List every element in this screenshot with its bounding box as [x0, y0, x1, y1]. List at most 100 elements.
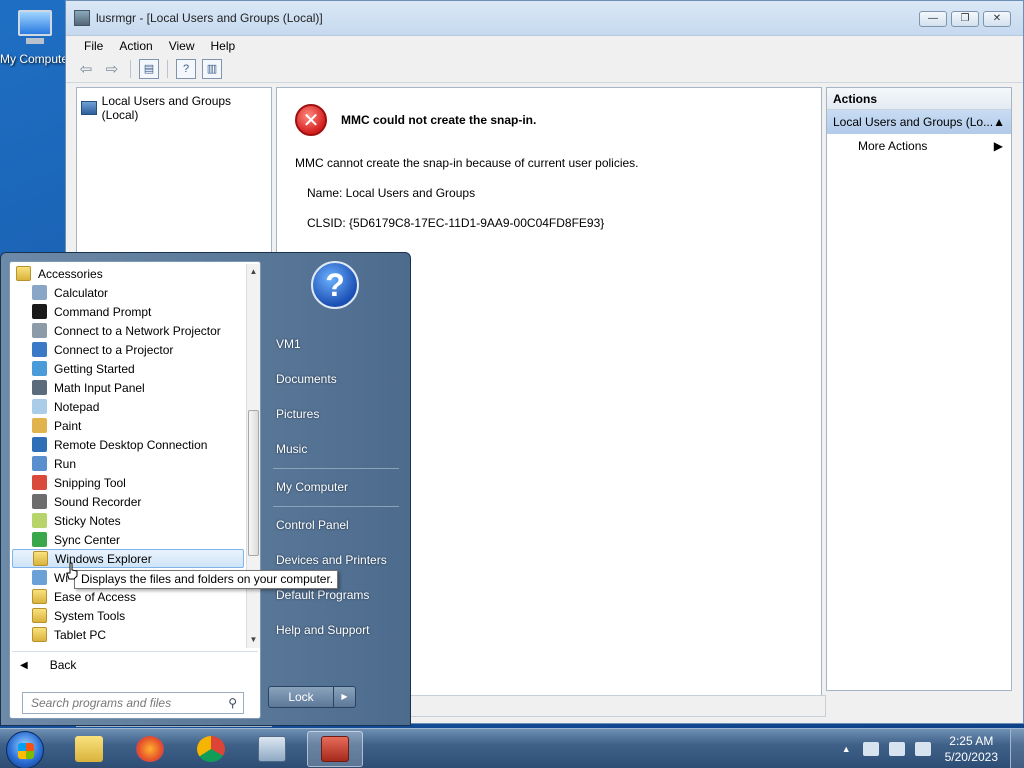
- more-actions-item[interactable]: More Actions ▶: [827, 134, 1011, 158]
- help-icon[interactable]: ?: [176, 58, 196, 79]
- start-item-devices-printers[interactable]: Devices and Printers: [276, 553, 387, 567]
- program-icon: [32, 532, 47, 547]
- program-icon: [32, 456, 47, 471]
- program-icon: [32, 323, 47, 338]
- shutdown-options-arrow-icon[interactable]: ▶: [334, 686, 356, 708]
- search-programs-input[interactable]: Search programs and files ⚲: [22, 692, 244, 714]
- restore-button[interactable]: ❐: [951, 11, 979, 27]
- title-bar[interactable]: lusrmgr - [Local Users and Groups (Local…: [66, 1, 1023, 35]
- folder-icon: [75, 736, 103, 762]
- error-message: MMC cannot create the snap-in because of…: [295, 156, 639, 170]
- program-item[interactable]: Getting Started: [12, 359, 246, 378]
- program-item[interactable]: Snipping Tool: [12, 473, 246, 492]
- computer-icon: [12, 8, 56, 48]
- actions-section-local-users[interactable]: Local Users and Groups (Lo... ▲: [827, 110, 1011, 134]
- program-label: Sticky Notes: [54, 513, 121, 528]
- program-item[interactable]: Notepad: [12, 397, 246, 416]
- show-desktop-button[interactable]: [1010, 729, 1024, 768]
- start-item-documents[interactable]: Documents: [276, 372, 337, 386]
- program-item[interactable]: Windows Explorer: [12, 549, 244, 568]
- show-hide-action-pane-icon[interactable]: ▥: [202, 58, 222, 79]
- show-hide-tree-icon[interactable]: ▤: [139, 58, 159, 79]
- notification-area: ▲ 2:25 AM 5/20/2023: [842, 729, 1024, 768]
- menu-action[interactable]: Action: [111, 39, 160, 53]
- program-icon: [32, 285, 47, 300]
- program-item[interactable]: Remote Desktop Connection: [12, 435, 246, 454]
- menu-help[interactable]: Help: [203, 39, 244, 53]
- toolbar: ⇦ ⇨ ▤ ? ▥: [66, 55, 1023, 83]
- start-item-pictures[interactable]: Pictures: [276, 407, 319, 421]
- close-button[interactable]: ✕: [983, 11, 1011, 27]
- clock-date: 5/20/2023: [944, 750, 998, 764]
- menu-file[interactable]: File: [76, 39, 111, 53]
- program-item[interactable]: Run: [12, 454, 246, 473]
- program-item[interactable]: Connect to a Projector: [12, 340, 246, 359]
- scroll-thumb[interactable]: [248, 410, 259, 556]
- desktop-icon-my-computer[interactable]: My Computer: [0, 8, 72, 66]
- search-icon[interactable]: ⚲: [228, 696, 237, 710]
- program-label: Connect to a Network Projector: [54, 323, 221, 338]
- program-item[interactable]: Math Input Panel: [12, 378, 246, 397]
- program-item[interactable]: Accessories: [12, 264, 246, 283]
- program-label: Remote Desktop Connection: [54, 437, 208, 452]
- taskbar-toolbox[interactable]: [307, 731, 363, 767]
- program-item[interactable]: Tablet PC: [12, 625, 246, 644]
- menu-view[interactable]: View: [161, 39, 203, 53]
- start-item-music[interactable]: Music: [276, 442, 307, 456]
- taskbar-firefox[interactable]: [122, 731, 178, 767]
- program-icon: [32, 399, 47, 414]
- window-title: lusrmgr - [Local Users and Groups (Local…: [96, 11, 323, 25]
- folder-icon: [32, 627, 47, 642]
- scroll-down-icon[interactable]: ▼: [247, 632, 260, 648]
- start-item-default-programs[interactable]: Default Programs: [276, 588, 369, 602]
- tree-item-local-users-groups[interactable]: Local Users and Groups (Local): [77, 88, 271, 128]
- program-item[interactable]: Sync Center: [12, 530, 246, 549]
- program-item[interactable]: Sticky Notes: [12, 511, 246, 530]
- error-clsid-line: CLSID: {5D6179C8-17EC-11D1-9AA9-00C04FD8…: [307, 216, 605, 230]
- toolbox-icon: [321, 736, 349, 762]
- status-bar: [406, 695, 826, 717]
- back-button[interactable]: ◀ Back: [20, 658, 76, 672]
- program-item[interactable]: Ease of Access: [12, 587, 246, 606]
- lock-button[interactable]: Lock: [268, 686, 334, 708]
- error-name-line: Name: Local Users and Groups: [307, 186, 476, 200]
- start-item-user[interactable]: VM1: [276, 337, 301, 351]
- program-item[interactable]: System Tools: [12, 606, 246, 625]
- programs-scrollbar[interactable]: ▲ ▼: [246, 264, 260, 648]
- program-icon: [32, 437, 47, 452]
- taskbar-windows-explorer[interactable]: [61, 731, 117, 767]
- program-label: Calculator: [54, 285, 109, 300]
- start-item-control-panel[interactable]: Control Panel: [276, 518, 349, 532]
- start-button[interactable]: [6, 731, 44, 768]
- back-label: Back: [49, 658, 77, 672]
- lusrmgr-icon: [74, 10, 90, 26]
- program-label: Ease of Access: [54, 589, 137, 604]
- folder-icon: [33, 551, 48, 566]
- taskbar: ▲ 2:25 AM 5/20/2023: [0, 728, 1024, 768]
- program-item[interactable]: Sound Recorder: [12, 492, 246, 511]
- network-icon[interactable]: [888, 742, 905, 756]
- program-item[interactable]: Calculator: [12, 283, 246, 302]
- program-label: Tablet PC: [54, 627, 107, 642]
- start-item-help-support[interactable]: Help and Support: [276, 623, 369, 637]
- scroll-up-icon[interactable]: ▲: [247, 264, 260, 280]
- action-center-icon[interactable]: [862, 742, 879, 756]
- menu-bar: File Action View Help: [66, 35, 1023, 55]
- taskbar-chrome[interactable]: [183, 731, 239, 767]
- start-item-my-computer[interactable]: My Computer: [276, 480, 348, 494]
- shutdown-group: Lock ▶: [268, 686, 356, 708]
- program-label: Sync Center: [54, 532, 121, 547]
- back-arrow-icon[interactable]: ⇦: [76, 59, 96, 79]
- collapse-up-icon[interactable]: ▲: [993, 115, 1005, 129]
- volume-icon[interactable]: [914, 742, 931, 756]
- clock[interactable]: 2:25 AM 5/20/2023: [945, 733, 998, 765]
- program-icon: [32, 361, 47, 376]
- program-item[interactable]: Connect to a Network Projector: [12, 321, 246, 340]
- minimize-button[interactable]: —: [919, 11, 947, 27]
- forward-arrow-icon[interactable]: ⇨: [102, 59, 122, 79]
- program-item[interactable]: Paint: [12, 416, 246, 435]
- program-item[interactable]: Command Prompt: [12, 302, 246, 321]
- show-hidden-icons-icon[interactable]: ▲: [842, 744, 851, 754]
- submenu-arrow-icon: ▶: [993, 139, 1003, 153]
- taskbar-server-manager[interactable]: [244, 731, 300, 767]
